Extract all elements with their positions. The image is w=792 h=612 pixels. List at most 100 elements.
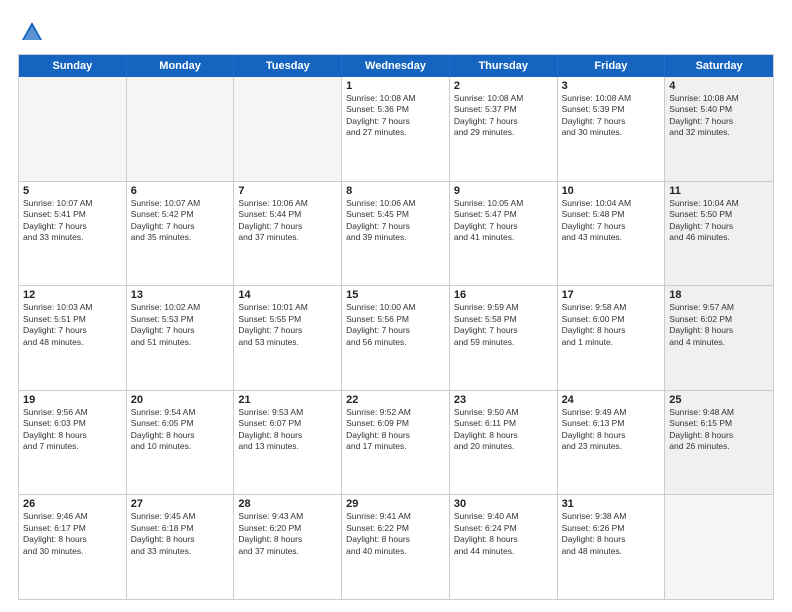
day-info: Sunrise: 10:06 AM Sunset: 5:44 PM Daylig… — [238, 198, 337, 244]
day-info: Sunrise: 9:49 AM Sunset: 6:13 PM Dayligh… — [562, 407, 661, 453]
day-info: Sunrise: 10:03 AM Sunset: 5:51 PM Daylig… — [23, 302, 122, 348]
day-number: 4 — [669, 80, 769, 92]
day-number: 14 — [238, 289, 337, 301]
day-number: 5 — [23, 185, 122, 197]
weekday-header-tuesday: Tuesday — [234, 55, 342, 77]
calendar-cell — [127, 77, 235, 181]
day-number: 28 — [238, 498, 337, 510]
calendar-row-4: 19Sunrise: 9:56 AM Sunset: 6:03 PM Dayli… — [19, 391, 773, 496]
day-number: 3 — [562, 80, 661, 92]
day-number: 10 — [562, 185, 661, 197]
day-info: Sunrise: 9:57 AM Sunset: 6:02 PM Dayligh… — [669, 302, 769, 348]
day-number: 8 — [346, 185, 445, 197]
day-info: Sunrise: 9:46 AM Sunset: 6:17 PM Dayligh… — [23, 511, 122, 557]
day-info: Sunrise: 10:02 AM Sunset: 5:53 PM Daylig… — [131, 302, 230, 348]
calendar-row-5: 26Sunrise: 9:46 AM Sunset: 6:17 PM Dayli… — [19, 495, 773, 599]
day-number: 21 — [238, 394, 337, 406]
weekday-header-saturday: Saturday — [665, 55, 773, 77]
day-number: 2 — [454, 80, 553, 92]
day-number: 31 — [562, 498, 661, 510]
calendar-cell: 2Sunrise: 10:08 AM Sunset: 5:37 PM Dayli… — [450, 77, 558, 181]
calendar-cell: 10Sunrise: 10:04 AM Sunset: 5:48 PM Dayl… — [558, 182, 666, 286]
logo-icon — [18, 18, 46, 46]
day-info: Sunrise: 9:58 AM Sunset: 6:00 PM Dayligh… — [562, 302, 661, 348]
calendar-cell: 31Sunrise: 9:38 AM Sunset: 6:26 PM Dayli… — [558, 495, 666, 599]
day-number: 23 — [454, 394, 553, 406]
day-number: 16 — [454, 289, 553, 301]
day-number: 12 — [23, 289, 122, 301]
day-number: 15 — [346, 289, 445, 301]
calendar-cell: 19Sunrise: 9:56 AM Sunset: 6:03 PM Dayli… — [19, 391, 127, 495]
day-info: Sunrise: 10:01 AM Sunset: 5:55 PM Daylig… — [238, 302, 337, 348]
day-info: Sunrise: 9:41 AM Sunset: 6:22 PM Dayligh… — [346, 511, 445, 557]
calendar-cell: 15Sunrise: 10:00 AM Sunset: 5:56 PM Dayl… — [342, 286, 450, 390]
calendar-cell: 27Sunrise: 9:45 AM Sunset: 6:18 PM Dayli… — [127, 495, 235, 599]
day-info: Sunrise: 9:54 AM Sunset: 6:05 PM Dayligh… — [131, 407, 230, 453]
day-number: 19 — [23, 394, 122, 406]
day-number: 11 — [669, 185, 769, 197]
day-info: Sunrise: 10:08 AM Sunset: 5:36 PM Daylig… — [346, 93, 445, 139]
day-info: Sunrise: 10:04 AM Sunset: 5:48 PM Daylig… — [562, 198, 661, 244]
calendar-cell: 21Sunrise: 9:53 AM Sunset: 6:07 PM Dayli… — [234, 391, 342, 495]
calendar-header-row: SundayMondayTuesdayWednesdayThursdayFrid… — [19, 55, 773, 77]
day-info: Sunrise: 9:56 AM Sunset: 6:03 PM Dayligh… — [23, 407, 122, 453]
day-info: Sunrise: 10:07 AM Sunset: 5:42 PM Daylig… — [131, 198, 230, 244]
day-number: 1 — [346, 80, 445, 92]
calendar-cell: 30Sunrise: 9:40 AM Sunset: 6:24 PM Dayli… — [450, 495, 558, 599]
calendar-cell: 13Sunrise: 10:02 AM Sunset: 5:53 PM Dayl… — [127, 286, 235, 390]
calendar-cell — [19, 77, 127, 181]
calendar-body: 1Sunrise: 10:08 AM Sunset: 5:36 PM Dayli… — [19, 77, 773, 599]
page: SundayMondayTuesdayWednesdayThursdayFrid… — [0, 0, 792, 612]
day-number: 17 — [562, 289, 661, 301]
calendar-cell: 25Sunrise: 9:48 AM Sunset: 6:15 PM Dayli… — [665, 391, 773, 495]
calendar-cell: 12Sunrise: 10:03 AM Sunset: 5:51 PM Dayl… — [19, 286, 127, 390]
logo — [18, 18, 50, 46]
weekday-header-thursday: Thursday — [450, 55, 558, 77]
day-info: Sunrise: 9:50 AM Sunset: 6:11 PM Dayligh… — [454, 407, 553, 453]
calendar-cell — [665, 495, 773, 599]
weekday-header-monday: Monday — [127, 55, 235, 77]
day-info: Sunrise: 9:40 AM Sunset: 6:24 PM Dayligh… — [454, 511, 553, 557]
day-info: Sunrise: 9:43 AM Sunset: 6:20 PM Dayligh… — [238, 511, 337, 557]
weekday-header-wednesday: Wednesday — [342, 55, 450, 77]
calendar-cell: 8Sunrise: 10:06 AM Sunset: 5:45 PM Dayli… — [342, 182, 450, 286]
day-number: 6 — [131, 185, 230, 197]
day-info: Sunrise: 10:05 AM Sunset: 5:47 PM Daylig… — [454, 198, 553, 244]
calendar-cell: 26Sunrise: 9:46 AM Sunset: 6:17 PM Dayli… — [19, 495, 127, 599]
day-info: Sunrise: 10:08 AM Sunset: 5:39 PM Daylig… — [562, 93, 661, 139]
calendar-cell: 16Sunrise: 9:59 AM Sunset: 5:58 PM Dayli… — [450, 286, 558, 390]
day-number: 30 — [454, 498, 553, 510]
day-number: 7 — [238, 185, 337, 197]
day-info: Sunrise: 10:07 AM Sunset: 5:41 PM Daylig… — [23, 198, 122, 244]
calendar-cell: 28Sunrise: 9:43 AM Sunset: 6:20 PM Dayli… — [234, 495, 342, 599]
calendar-cell — [234, 77, 342, 181]
calendar-cell: 17Sunrise: 9:58 AM Sunset: 6:00 PM Dayli… — [558, 286, 666, 390]
calendar: SundayMondayTuesdayWednesdayThursdayFrid… — [18, 54, 774, 600]
day-info: Sunrise: 9:45 AM Sunset: 6:18 PM Dayligh… — [131, 511, 230, 557]
weekday-header-friday: Friday — [558, 55, 666, 77]
calendar-cell: 24Sunrise: 9:49 AM Sunset: 6:13 PM Dayli… — [558, 391, 666, 495]
calendar-cell: 18Sunrise: 9:57 AM Sunset: 6:02 PM Dayli… — [665, 286, 773, 390]
day-number: 18 — [669, 289, 769, 301]
day-number: 27 — [131, 498, 230, 510]
header — [18, 18, 774, 46]
day-number: 13 — [131, 289, 230, 301]
calendar-cell: 4Sunrise: 10:08 AM Sunset: 5:40 PM Dayli… — [665, 77, 773, 181]
day-info: Sunrise: 10:04 AM Sunset: 5:50 PM Daylig… — [669, 198, 769, 244]
day-number: 25 — [669, 394, 769, 406]
day-info: Sunrise: 9:38 AM Sunset: 6:26 PM Dayligh… — [562, 511, 661, 557]
calendar-row-3: 12Sunrise: 10:03 AM Sunset: 5:51 PM Dayl… — [19, 286, 773, 391]
weekday-header-sunday: Sunday — [19, 55, 127, 77]
day-number: 29 — [346, 498, 445, 510]
calendar-cell: 23Sunrise: 9:50 AM Sunset: 6:11 PM Dayli… — [450, 391, 558, 495]
day-number: 24 — [562, 394, 661, 406]
day-info: Sunrise: 9:48 AM Sunset: 6:15 PM Dayligh… — [669, 407, 769, 453]
day-info: Sunrise: 10:08 AM Sunset: 5:37 PM Daylig… — [454, 93, 553, 139]
calendar-cell: 9Sunrise: 10:05 AM Sunset: 5:47 PM Dayli… — [450, 182, 558, 286]
calendar-cell: 29Sunrise: 9:41 AM Sunset: 6:22 PM Dayli… — [342, 495, 450, 599]
day-info: Sunrise: 9:53 AM Sunset: 6:07 PM Dayligh… — [238, 407, 337, 453]
calendar-row-1: 1Sunrise: 10:08 AM Sunset: 5:36 PM Dayli… — [19, 77, 773, 182]
calendar-cell: 11Sunrise: 10:04 AM Sunset: 5:50 PM Dayl… — [665, 182, 773, 286]
calendar-cell: 22Sunrise: 9:52 AM Sunset: 6:09 PM Dayli… — [342, 391, 450, 495]
day-info: Sunrise: 10:00 AM Sunset: 5:56 PM Daylig… — [346, 302, 445, 348]
